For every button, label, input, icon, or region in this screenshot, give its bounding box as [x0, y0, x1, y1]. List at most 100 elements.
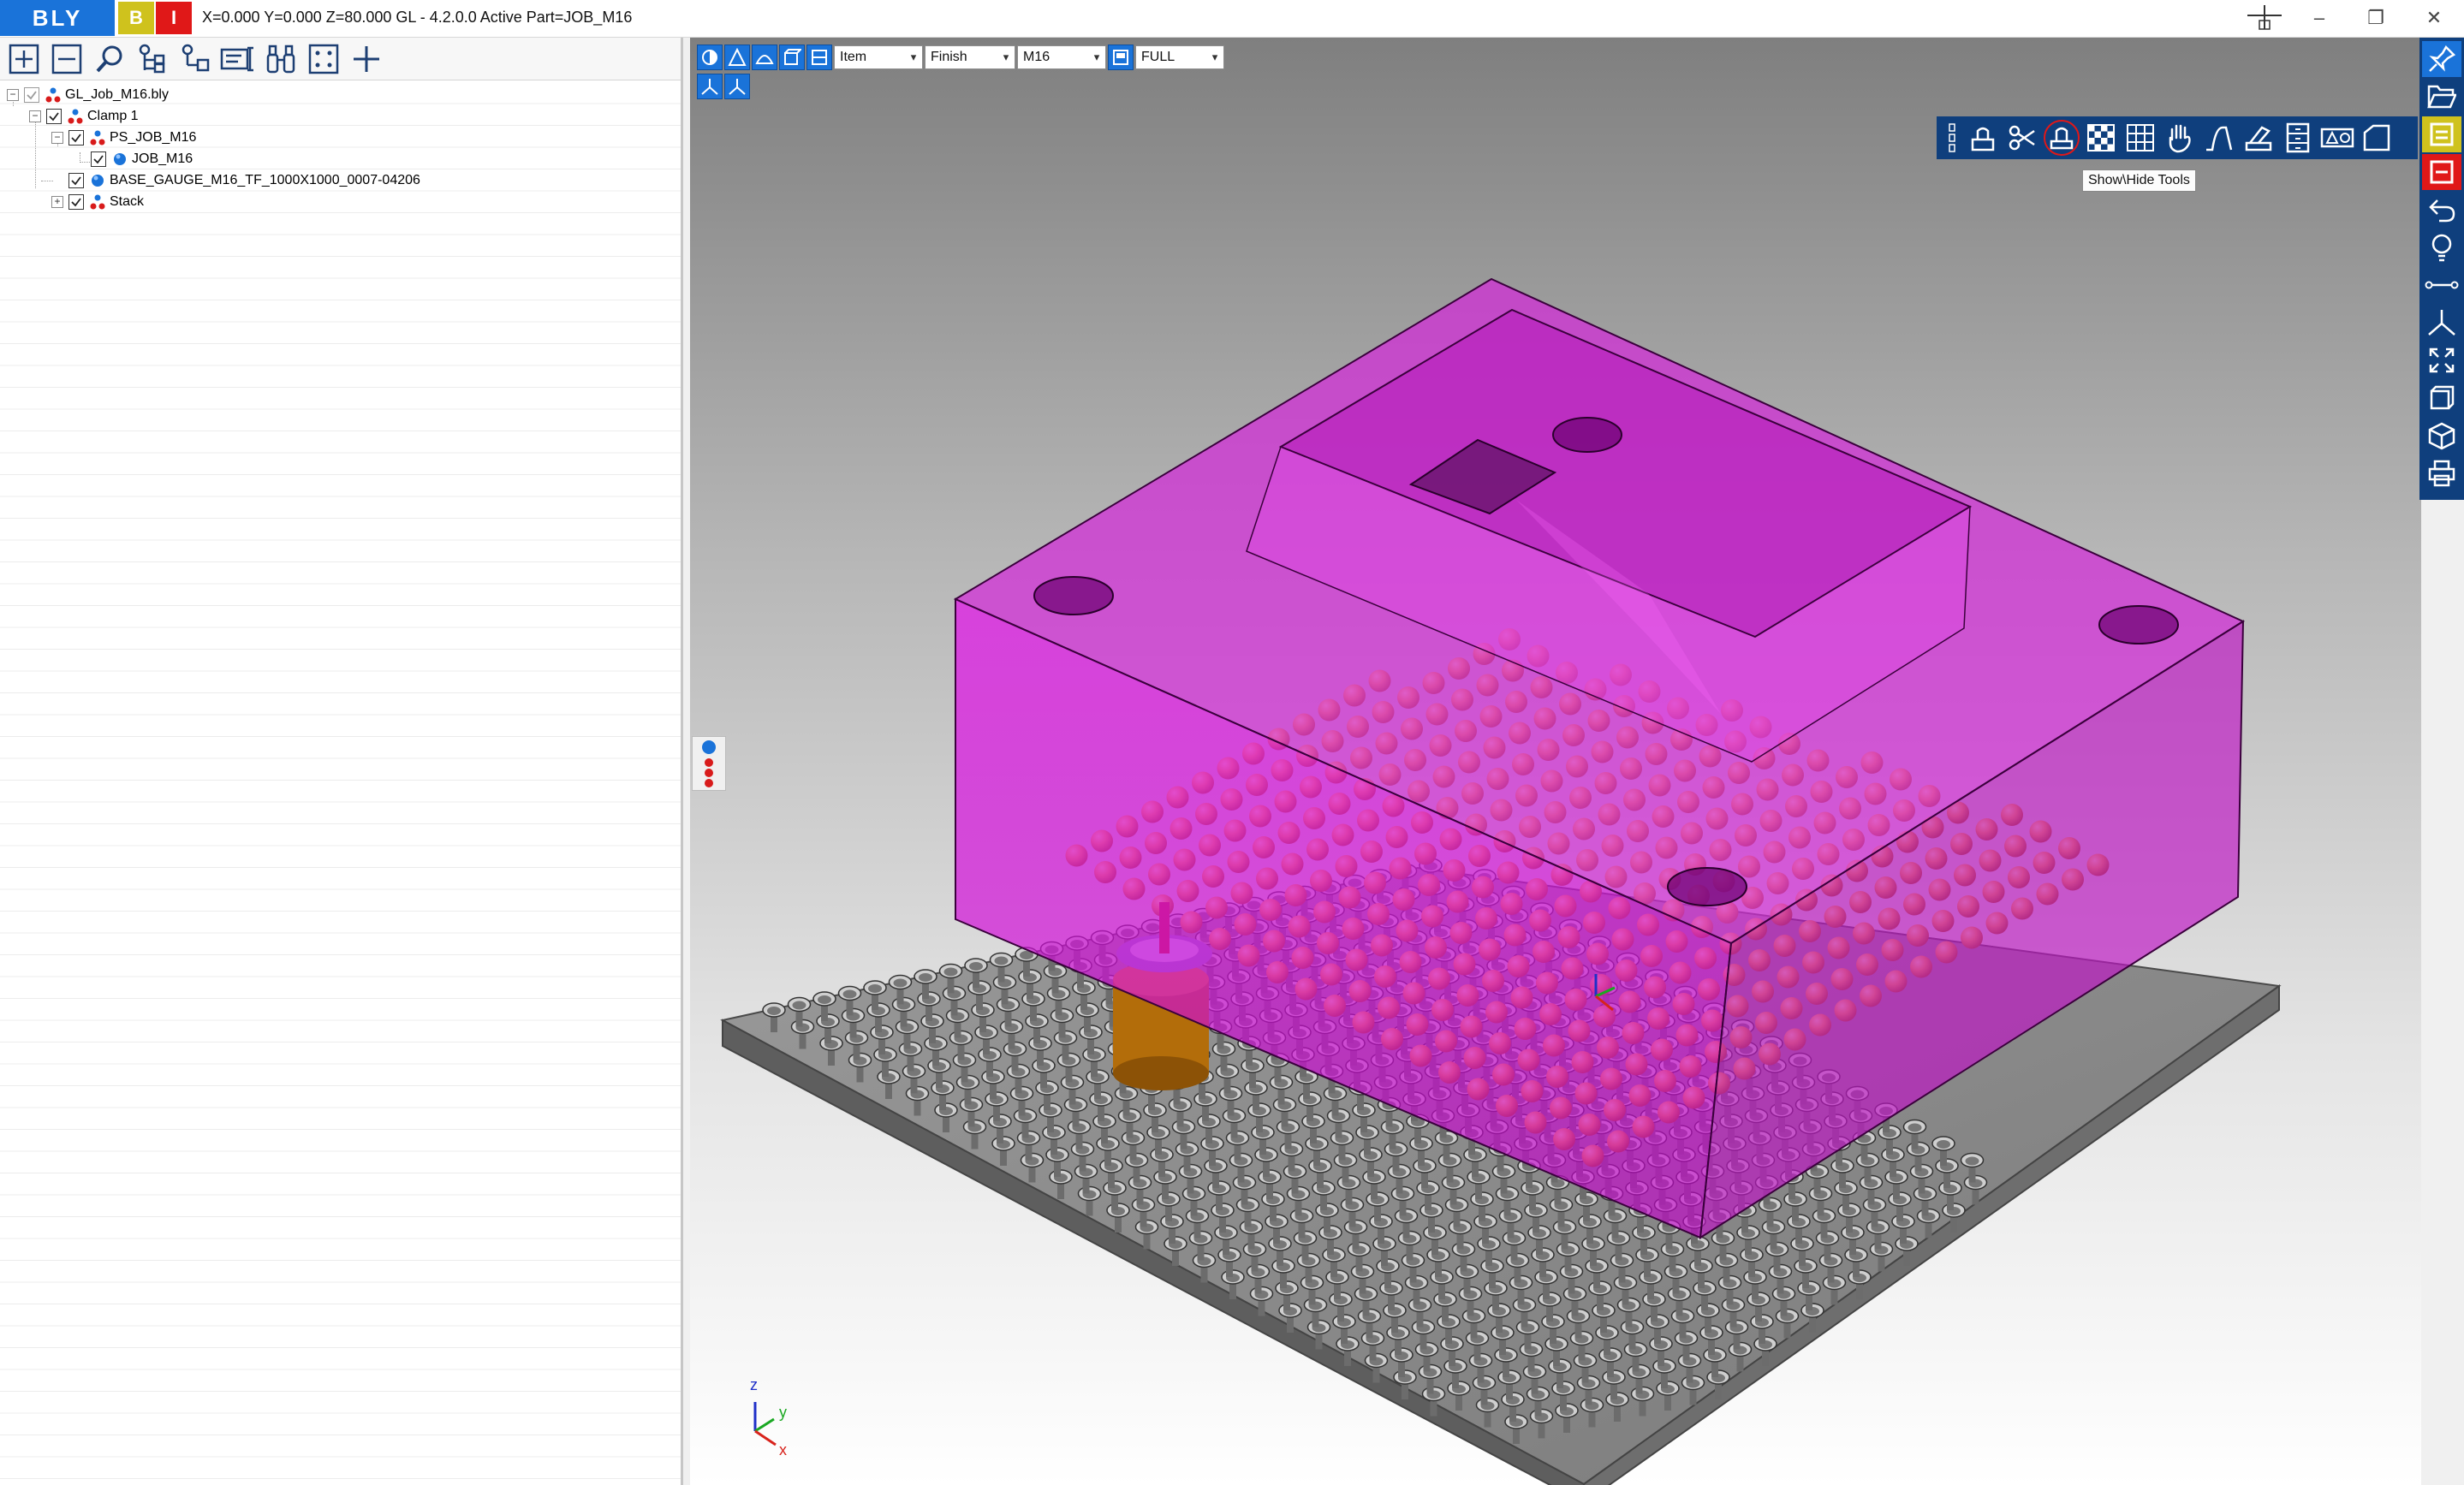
chevron-down-icon: ▾ — [910, 50, 917, 63]
assembly-icon — [90, 194, 105, 209]
tree-item-root[interactable]: − GL_Job_M16.bly — [7, 84, 169, 105]
open-box-icon[interactable] — [2358, 119, 2396, 157]
tree-guide — [35, 118, 36, 188]
iso-cube-icon[interactable] — [2422, 418, 2461, 454]
app-logo[interactable]: BLY — [0, 0, 115, 36]
minimize-button[interactable]: – — [2298, 5, 2341, 31]
title-bar: BLY B I X=0.000 Y=0.000 Z=80.000 GL - 4.… — [0, 0, 2464, 38]
select-frame-icon[interactable] — [305, 41, 342, 77]
display-mode-icon[interactable] — [1108, 45, 1134, 70]
tree-item-label: BASE_GAUGE_M16_TF_1000X1000_0007-04206 — [110, 172, 420, 187]
chevron-down-icon: ▾ — [1093, 50, 1100, 63]
stack-tool-icon[interactable] — [2240, 119, 2277, 157]
visibility-checkbox[interactable] — [68, 172, 84, 188]
tree-item-base-gauge[interactable]: BASE_GAUGE_M16_TF_1000X1000_0007-04206 — [68, 169, 420, 191]
drag-handle-icon[interactable] — [1942, 119, 1962, 157]
chevron-down-icon: ▾ — [1211, 50, 1218, 63]
view-select-value: FULL — [1141, 50, 1175, 64]
shapes-icon[interactable] — [2318, 119, 2356, 157]
part-tree: − GL_Job_M16.bly − Clamp 1 − PS_JOB_M16 … — [0, 82, 681, 1485]
box-view-icon[interactable] — [779, 45, 805, 70]
binoculars-icon[interactable] — [262, 41, 300, 77]
expand-toggle[interactable]: + — [51, 195, 63, 208]
tree-item-clamp[interactable]: − Clamp 1 — [29, 105, 139, 127]
open-folder-icon[interactable] — [2422, 79, 2461, 115]
tree-item-label: GL_Job_M16.bly — [65, 86, 169, 102]
restore-button[interactable]: ❐ — [2354, 5, 2397, 31]
view-box-icon[interactable] — [2422, 380, 2461, 416]
axis-triad-icon[interactable] — [2422, 305, 2461, 341]
quick-b-button[interactable]: B — [118, 2, 154, 34]
tree-item-label: JOB_M16 — [132, 151, 193, 166]
grid-pattern-icon[interactable] — [2122, 119, 2159, 157]
tree-panel: − GL_Job_M16.bly − Clamp 1 − PS_JOB_M16 … — [0, 38, 683, 1485]
3d-scene[interactable]: z y x — [690, 38, 2421, 1485]
material-select[interactable]: M16 ▾ — [1017, 45, 1106, 69]
tree-item-label: PS_JOB_M16 — [110, 129, 197, 145]
visibility-checkbox[interactable] — [24, 86, 39, 103]
undo-icon[interactable] — [2422, 192, 2461, 228]
cabinet-icon[interactable] — [2279, 119, 2317, 157]
tree-toolbar — [0, 38, 681, 80]
profile-tool-icon[interactable] — [2200, 119, 2238, 157]
scissors-icon[interactable] — [2003, 119, 2041, 157]
material-select-value: M16 — [1023, 50, 1050, 64]
add-icon[interactable] — [348, 41, 385, 77]
cone-view-icon[interactable] — [724, 45, 750, 70]
axis-triad: z y x — [750, 1376, 787, 1458]
properties-icon[interactable] — [219, 41, 257, 77]
section-view-icon[interactable] — [806, 45, 832, 70]
view-select[interactable]: FULL ▾ — [1135, 45, 1224, 69]
tree-item-ps-job[interactable]: − PS_JOB_M16 — [51, 127, 196, 148]
zoom-extents-icon[interactable] — [2422, 342, 2461, 378]
tree-item-job[interactable]: JOB_M16 — [91, 148, 193, 169]
part-indicator[interactable] — [692, 736, 726, 791]
viewport-toolbar: Item ▾ Finish ▾ M16 ▾ FULL ▾ — [697, 43, 1224, 72]
visibility-checkbox[interactable] — [46, 108, 62, 124]
part-icon — [92, 174, 104, 187]
measure-distance-icon[interactable] — [2422, 267, 2461, 303]
tree-item-label: Clamp 1 — [87, 108, 139, 123]
viewport-toolbar-2 — [697, 74, 750, 99]
close-button[interactable]: ✕ — [2413, 5, 2455, 31]
tree-item-label: Stack — [110, 193, 145, 209]
quick-b-icon[interactable] — [2422, 116, 2461, 152]
finish-select[interactable]: Finish ▾ — [925, 45, 1015, 69]
visibility-checkbox[interactable] — [68, 129, 84, 146]
axis-x-label: x — [779, 1441, 787, 1458]
assembly-icon — [45, 87, 61, 102]
tree-branch-icon[interactable] — [176, 41, 214, 77]
print-icon[interactable] — [2422, 455, 2461, 491]
collapse-all-icon[interactable] — [48, 41, 86, 77]
visibility-checkbox[interactable] — [91, 151, 106, 167]
quick-i-icon[interactable] — [2422, 154, 2461, 190]
clamp-tool-icon[interactable] — [1964, 119, 2002, 157]
axis-z-label: z — [750, 1376, 758, 1393]
collapse-toggle[interactable]: − — [51, 131, 63, 144]
tree-structure-icon[interactable] — [134, 41, 171, 77]
triad-left-icon[interactable] — [697, 74, 723, 99]
triad-right-icon[interactable] — [724, 74, 750, 99]
item-select[interactable]: Item ▾ — [834, 45, 923, 69]
axis-y-label: y — [779, 1404, 787, 1421]
pin-icon[interactable] — [2422, 41, 2461, 77]
item-select-value: Item — [840, 50, 867, 64]
collapse-toggle[interactable]: − — [7, 88, 19, 101]
finish-select-value: Finish — [931, 50, 967, 64]
dome-view-icon[interactable] — [752, 45, 777, 70]
expand-all-icon[interactable] — [5, 41, 43, 77]
3d-viewport[interactable]: z y x Item ▾ Finish ▾ M16 ▾ FULL ▾ — [690, 38, 2421, 1485]
checker-pattern-icon[interactable] — [2082, 119, 2120, 157]
quick-i-button[interactable]: I — [156, 2, 192, 34]
show-hide-tools-icon[interactable] — [2043, 119, 2080, 157]
collapse-toggle[interactable]: − — [29, 110, 41, 122]
assembly-icon — [90, 130, 105, 145]
bulb-icon[interactable] — [2422, 229, 2461, 265]
tree-item-stack[interactable]: + Stack — [51, 191, 144, 212]
visibility-checkbox[interactable] — [68, 193, 84, 210]
tree-guide — [80, 162, 92, 163]
right-toolbar — [2419, 38, 2464, 500]
hand-pan-icon[interactable] — [2161, 119, 2199, 157]
search-icon[interactable] — [91, 41, 128, 77]
shaded-view-icon[interactable] — [697, 45, 723, 70]
